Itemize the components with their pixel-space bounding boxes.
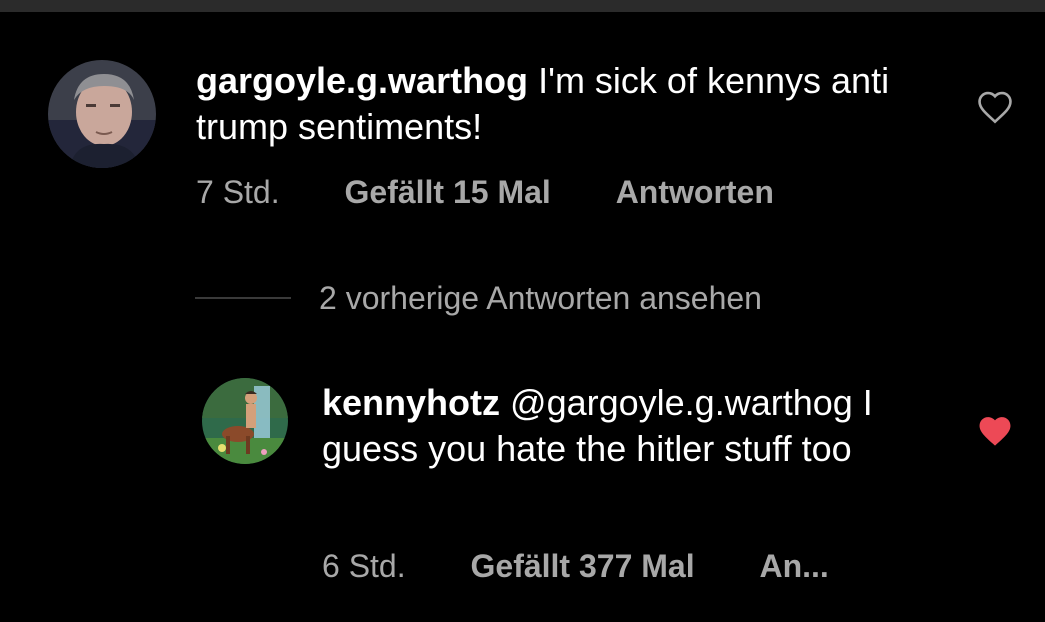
- view-replies-label[interactable]: 2 vorherige Antworten ansehen: [319, 280, 762, 317]
- avatar[interactable]: [202, 378, 288, 464]
- comment-text: gargoyle.g.warthog I'm sick of kennys an…: [196, 58, 936, 150]
- comment-username[interactable]: gargoyle.g.warthog: [196, 60, 528, 101]
- view-previous-replies[interactable]: 2 vorherige Antworten ansehen: [195, 278, 762, 318]
- reply-meta: 6 Std. Gefällt 377 Mal An...: [322, 548, 829, 585]
- comment-meta: 7 Std. Gefällt 15 Mal Antworten: [196, 174, 774, 211]
- profile-photo-icon: [202, 378, 288, 464]
- reply-reply-button[interactable]: An...: [759, 548, 828, 584]
- heart-outline-icon[interactable]: [976, 90, 1014, 129]
- reply-time: 6 Std.: [322, 548, 406, 584]
- comment-likes[interactable]: Gefällt 15 Mal: [345, 174, 551, 210]
- comment-time: 7 Std.: [196, 174, 280, 210]
- reply-username[interactable]: kennyhotz: [322, 382, 500, 423]
- comment-reply-button[interactable]: Antworten: [616, 174, 774, 210]
- divider-line: [195, 297, 291, 299]
- profile-photo-icon: [48, 60, 156, 168]
- reply-likes[interactable]: Gefällt 377 Mal: [471, 548, 695, 584]
- status-bar: [0, 0, 1045, 12]
- avatar[interactable]: [48, 60, 156, 168]
- reply-mention[interactable]: @gargoyle.g.warthog: [510, 382, 853, 423]
- heart-filled-icon[interactable]: [976, 414, 1014, 453]
- reply-text: kennyhotz @gargoyle.g.warthog I guess yo…: [322, 380, 932, 472]
